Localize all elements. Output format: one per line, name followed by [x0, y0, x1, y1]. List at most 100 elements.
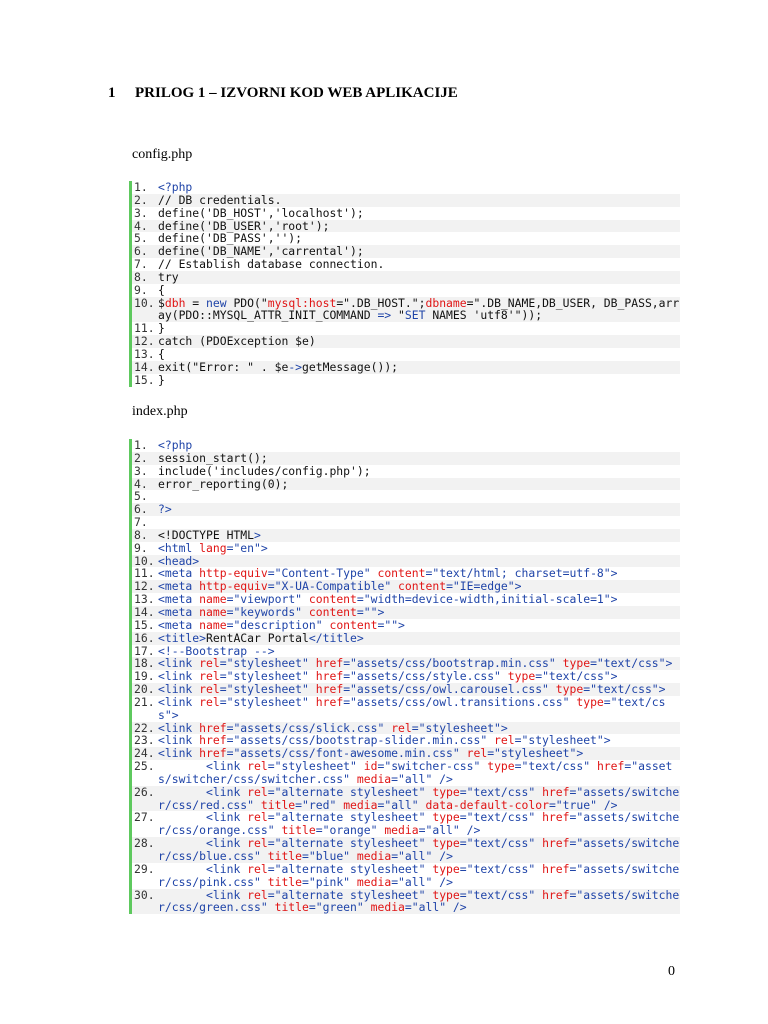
code-token: // Establish database connection.: [158, 257, 385, 272]
code-text: <link rel="stylesheet" id="switcher-css"…: [158, 760, 680, 786]
filename-config: config.php: [132, 147, 193, 162]
code-line: 21. <link rel="stylesheet" href="assets/c…: [132, 694, 680, 722]
line-number: 16.: [134, 630, 155, 645]
code-token: error_reporting(0);: [158, 476, 289, 491]
code-token: </title>: [308, 630, 364, 645]
code-token: ?>: [158, 502, 172, 517]
line-number: 7.: [134, 515, 148, 530]
code-token: ->: [288, 359, 303, 374]
code-token: href: [542, 887, 570, 902]
code-token: title: [274, 900, 309, 915]
code-text: <link rel="alternate stylesheet" type="t…: [158, 861, 680, 889]
line-number: 1.: [134, 438, 148, 452]
code-token: ="text/css": [459, 861, 543, 876]
code-text: try: [158, 270, 680, 284]
line-number: 29.: [134, 861, 155, 876]
code-token: type: [576, 694, 604, 709]
code-token: ="en">: [226, 540, 268, 555]
code-token: ="">: [377, 617, 405, 632]
code-token: href: [542, 861, 570, 876]
line-number: 10.: [134, 295, 155, 310]
code-text: <link rel="alternate stylesheet" type="t…: [158, 785, 680, 812]
section-number: 1: [108, 85, 116, 101]
code-token: href: [596, 759, 625, 774]
code-line: 7. // Establish database connection.: [132, 258, 680, 271]
line-number: 2.: [134, 192, 148, 207]
code-line: 30. <link rel="alternate stylesheet" typ…: [132, 887, 680, 915]
code-text: $dbh = new PDO("mysql:host=".DB_HOST.";d…: [158, 296, 680, 323]
code-token: exit("Error: " . $e: [158, 359, 289, 374]
code-token: rel: [199, 694, 220, 709]
code-text: catch (PDOException $e): [158, 335, 680, 348]
line-number: 27.: [134, 810, 155, 825]
code-token: getMessage());: [302, 359, 399, 374]
line-number: 8.: [134, 527, 148, 542]
line-number: 20.: [134, 682, 155, 697]
code-token: catch (PDOException $e): [158, 334, 316, 349]
code-token: href: [542, 810, 570, 825]
line-number: 28.: [134, 836, 155, 851]
code-listing-index: 1. <?php 2. session_start(); 3. include('incl…: [129, 438, 680, 915]
code-token: ="all" />: [404, 900, 467, 915]
code-line: 12. catch (PDOException $e): [132, 335, 680, 348]
line-number: 3.: [134, 205, 148, 220]
code-line: 26. <link rel="alternate stylesheet" typ…: [132, 784, 680, 812]
code-token: lang: [199, 540, 227, 555]
section-heading: 1 PRILOG 1 – IZVORNI KOD WEB APLIKACIJE: [108, 85, 458, 102]
code-token: ="text/css": [459, 887, 543, 902]
code-text: <link rel="alternate stylesheet" type="t…: [158, 811, 680, 837]
page-number: 0: [668, 964, 675, 979]
line-number: 14.: [134, 604, 155, 619]
code-line: 27. <link rel="alternate stylesheet" typ…: [132, 811, 680, 837]
code-token: type: [487, 759, 515, 774]
line-number: 25.: [134, 759, 155, 774]
line-number: 2.: [134, 450, 148, 465]
code-token: ="width=device-width,initial-scale=1">: [356, 592, 618, 607]
code-token: ": [391, 308, 405, 323]
line-number: 21.: [134, 694, 155, 709]
code-token: href: [542, 836, 570, 851]
line-number: 15.: [134, 372, 155, 387]
line-number: 30.: [134, 887, 155, 902]
line-number: 13.: [134, 346, 155, 361]
code-token: SET: [404, 308, 426, 323]
code-text: exit("Error: " . $e->getMessage());: [158, 359, 680, 374]
code-line: 4. error_reporting(0);: [132, 476, 680, 491]
code-text: }: [158, 372, 680, 387]
code-token: ="stylesheet": [219, 694, 316, 709]
code-line: 8. try: [132, 269, 680, 284]
line-number: 9.: [134, 282, 148, 297]
code-text: <html lang="en">: [158, 540, 680, 555]
section-title: PRILOG 1 – IZVORNI KOD WEB APLIKACIJE: [135, 85, 458, 101]
code-listing-config: 1. <?php 2.// DB credentials. 3. define('DB_…: [129, 181, 680, 387]
code-line: 29. <link rel="alternate stylesheet" typ…: [132, 861, 680, 889]
code-token: }: [158, 372, 165, 387]
line-number: 14.: [134, 359, 155, 374]
line-number: 8.: [134, 269, 148, 284]
code-token: =>: [377, 308, 392, 323]
code-line: 25. <link rel="stylesheet" id="switcher-…: [132, 760, 680, 786]
filename-index: index.php: [132, 404, 188, 419]
line-number: 9.: [134, 540, 148, 555]
code-text: <link rel="stylesheet" href="assets/css/…: [158, 694, 680, 722]
code-text: ?>: [158, 503, 680, 516]
line-number: 3.: [134, 463, 148, 478]
code-line: 9. <html lang="en">: [132, 540, 680, 555]
code-text: <link rel="alternate stylesheet" type="t…: [158, 837, 680, 863]
code-token: ="text/css": [459, 836, 543, 851]
code-line: 28. <link rel="alternate stylesheet" typ…: [132, 837, 680, 863]
code-token: ="green": [308, 900, 371, 915]
code-line: 5.: [132, 490, 680, 503]
code-token: href: [315, 694, 344, 709]
code-line: 6. ?>: [132, 503, 680, 517]
line-number: 7.: [134, 257, 148, 272]
code-token: ="assets/css/owl.transitions.css": [343, 694, 577, 709]
code-token: ="text/css": [514, 759, 597, 774]
line-number: 26.: [134, 784, 155, 799]
code-token: NAMES 'utf8'"));: [425, 308, 543, 323]
code-line: 10. $dbh = new PDO("mysql:host=".DB_HOST.…: [132, 295, 680, 323]
line-number: 15.: [134, 617, 155, 632]
code-line: 14. exit("Error: " . $e->getMessage());: [132, 359, 680, 374]
code-text: error_reporting(0);: [158, 476, 680, 491]
